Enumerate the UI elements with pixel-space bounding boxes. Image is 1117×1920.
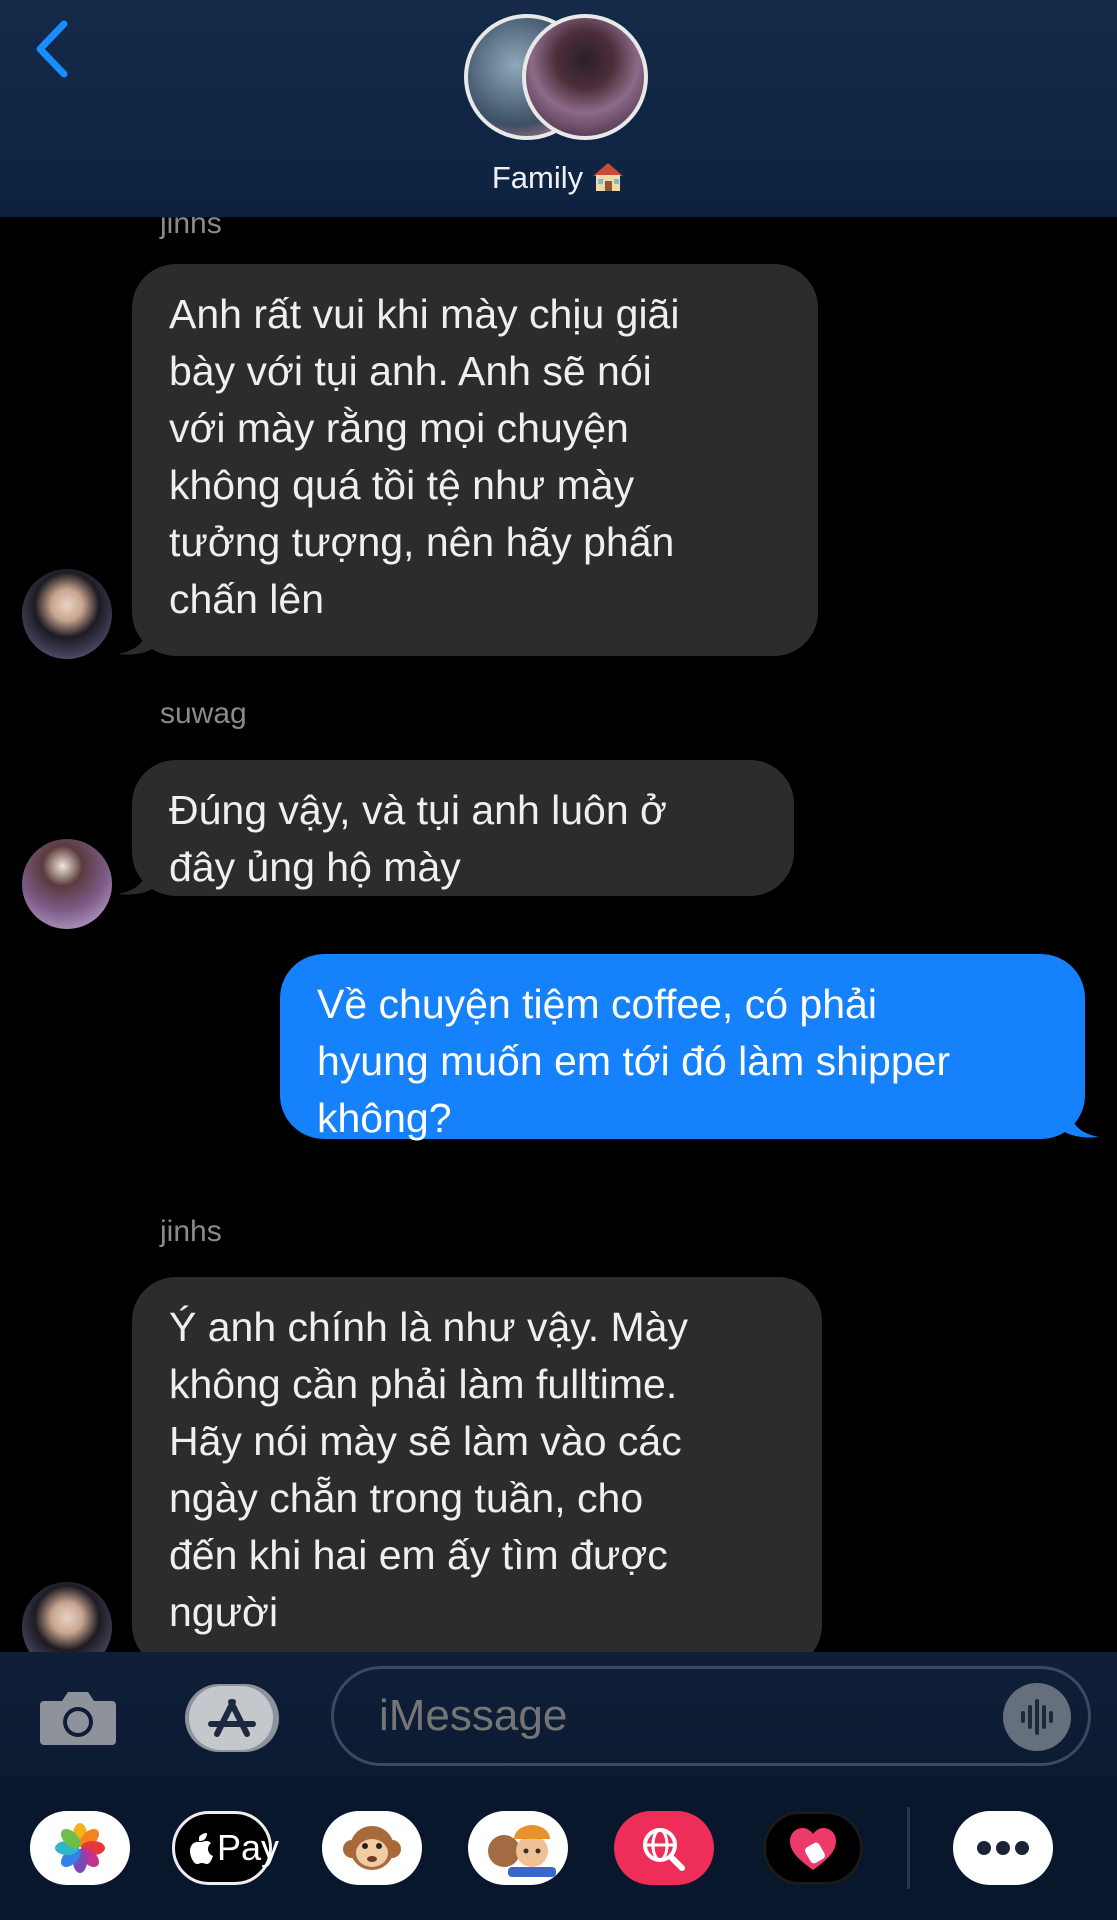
group-name-label: Family bbox=[491, 160, 584, 195]
message-list[interactable]: jinhs Anh rất vui khi mày chịu giãi bày … bbox=[0, 217, 1117, 1652]
message-text-line: Về chuyện tiệm coffee, có phải bbox=[317, 981, 877, 1027]
app-drawer: Pay bbox=[0, 1777, 1117, 1920]
group-member-avatar bbox=[522, 14, 648, 140]
digital-touch-app-button[interactable] bbox=[763, 1811, 863, 1885]
message-bubble-incoming[interactable]: Ý anh chính là như vậy. Mày không cần ph… bbox=[132, 1277, 822, 1652]
photos-icon bbox=[55, 1823, 105, 1873]
message-text-line: không quá tồi tệ như mày bbox=[169, 462, 635, 508]
group-title[interactable]: Family bbox=[0, 160, 1117, 196]
imessage-input[interactable] bbox=[331, 1666, 1091, 1766]
message-bubble-incoming[interactable]: Đúng vậy, và tụi anh luôn ở đây ủng hộ m… bbox=[118, 760, 794, 896]
animoji-icon bbox=[343, 1826, 401, 1870]
waveform-icon bbox=[1021, 1699, 1053, 1735]
audio-message-button[interactable] bbox=[1003, 1683, 1071, 1751]
message-text-line: hyung muốn em tới đó làm shipper bbox=[317, 1038, 951, 1084]
animoji-app-button[interactable] bbox=[322, 1811, 422, 1885]
bubble-tail bbox=[118, 620, 158, 655]
message-text-line: đến khi hai em ấy tìm được bbox=[169, 1532, 668, 1578]
camera-button[interactable] bbox=[38, 1687, 118, 1747]
message-text-line: Anh rất vui khi mày chịu giãi bbox=[169, 291, 680, 337]
message-text-line: tưởng tượng, nên hãy phấn bbox=[169, 519, 675, 565]
web-search-icon bbox=[643, 1828, 685, 1871]
camera-icon bbox=[40, 1692, 116, 1745]
memoji-icon bbox=[488, 1825, 556, 1877]
message-text-line: người bbox=[169, 1589, 279, 1635]
digital-touch-icon bbox=[790, 1828, 836, 1870]
web-search-app-button[interactable] bbox=[614, 1811, 714, 1885]
message-bubble-incoming[interactable]: Anh rất vui khi mày chịu giãi bày với tụ… bbox=[118, 264, 818, 656]
message-text-line: Hãy nói mày sẽ làm vào các bbox=[169, 1418, 682, 1464]
avatar[interactable] bbox=[22, 839, 112, 929]
compose-bar bbox=[0, 1652, 1117, 1777]
more-apps-button[interactable] bbox=[953, 1811, 1053, 1885]
drawer-divider bbox=[907, 1807, 910, 1889]
sender-name: suwag bbox=[160, 697, 247, 730]
bubble-tail bbox=[1059, 1103, 1099, 1138]
message-text-line: không cần phải làm fulltime. bbox=[169, 1361, 678, 1407]
message-text-line: Ý anh chính là như vậy. Mày bbox=[169, 1304, 688, 1350]
message-text-line: với mày rằng mọi chuyện bbox=[169, 405, 629, 451]
message-text-line: không? bbox=[317, 1095, 452, 1141]
message-bubble-outgoing[interactable]: Về chuyện tiệm coffee, có phải hyung muố… bbox=[280, 954, 1099, 1141]
message-text-line: ngày chẵn trong tuần, cho bbox=[169, 1475, 644, 1521]
sender-name: jinhs bbox=[160, 217, 222, 240]
message-text-line: chấn lên bbox=[169, 576, 325, 622]
app-store-icon bbox=[185, 1684, 279, 1752]
group-avatars[interactable] bbox=[462, 12, 652, 140]
avatar[interactable] bbox=[22, 569, 112, 659]
message-text-line: bày với tụi anh. Anh sẽ nói bbox=[169, 348, 652, 394]
house-emoji-icon bbox=[591, 161, 625, 193]
message-text-line: đây ủng hộ mày bbox=[169, 844, 461, 890]
more-icon bbox=[977, 1841, 1029, 1855]
chevron-left-icon bbox=[36, 20, 68, 78]
bubble-tail bbox=[118, 860, 158, 895]
conversation-header: Family bbox=[0, 0, 1117, 217]
apple-pay-app-button[interactable]: Pay bbox=[172, 1811, 279, 1885]
sender-name: jinhs bbox=[160, 1215, 222, 1248]
memoji-app-button[interactable] bbox=[468, 1811, 568, 1885]
apple-pay-label: Pay bbox=[217, 1827, 280, 1868]
avatar[interactable] bbox=[22, 1582, 112, 1652]
back-button[interactable] bbox=[28, 14, 78, 84]
app-store-button[interactable] bbox=[183, 1682, 281, 1754]
message-text-line: Đúng vậy, và tụi anh luôn ở bbox=[169, 787, 667, 833]
photos-app-button[interactable] bbox=[30, 1811, 130, 1885]
